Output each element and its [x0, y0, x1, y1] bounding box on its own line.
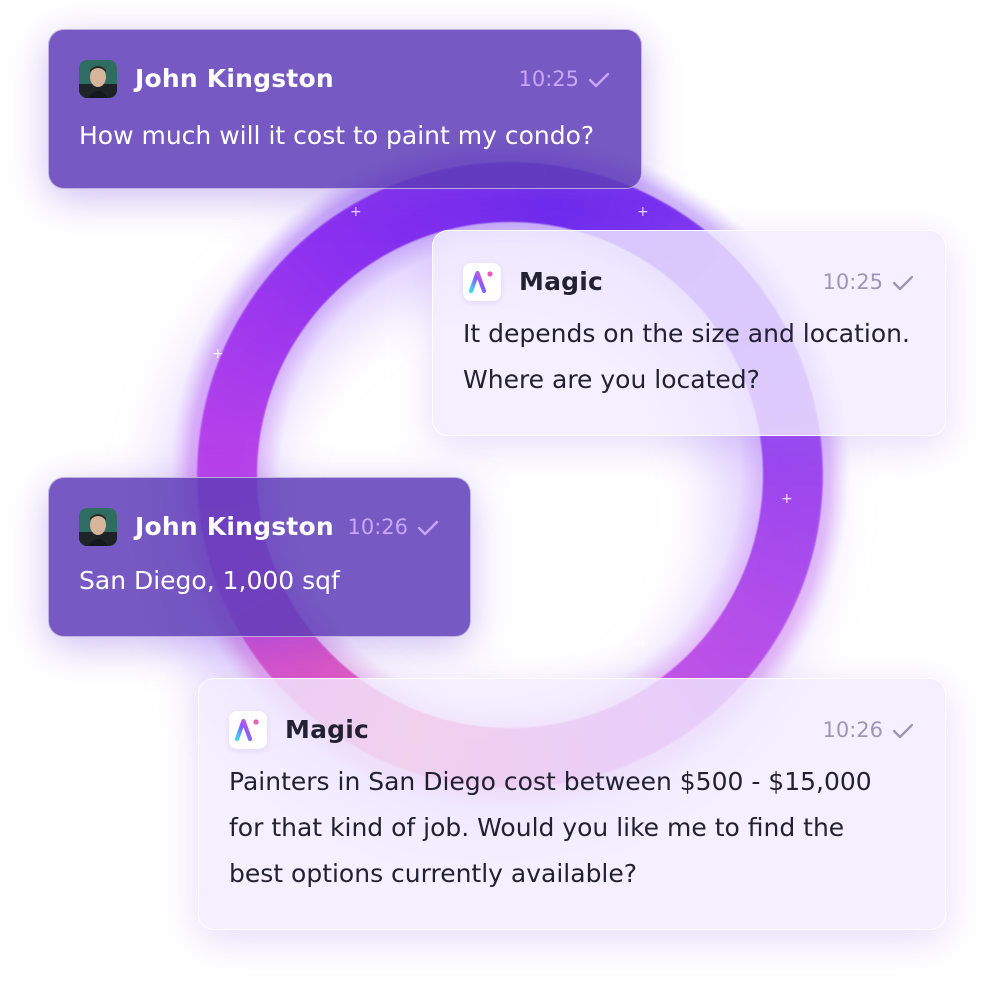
message-text: Painters in San Diego cost between $500 …	[229, 759, 921, 897]
message-text: San Diego, 1,000 sqf	[79, 566, 340, 595]
sparkle-icon: +	[637, 204, 649, 220]
avatar	[79, 508, 117, 546]
check-icon	[892, 275, 914, 291]
message-line: Painters in San Diego cost between $500 …	[229, 767, 872, 796]
sender-name: Magic	[285, 715, 370, 744]
message-line: best options currently available?	[229, 859, 638, 888]
check-icon	[588, 72, 610, 88]
sparkle-icon: +	[781, 491, 793, 507]
check-icon	[892, 723, 914, 739]
ai-logo-icon	[229, 711, 267, 749]
message-bubble-assistant[interactable]: Magic 10:25 It depends on the size and l…	[432, 230, 946, 436]
chat-illustration: + + + + + John Kingston 10:25 How much w…	[0, 0, 1000, 1000]
sender-name: John Kingston	[135, 512, 334, 541]
sender-name: John Kingston	[135, 64, 334, 93]
message-meta: 10:26	[822, 718, 915, 742]
message-meta: 10:26	[347, 515, 440, 539]
message-time: 10:26	[822, 718, 883, 742]
check-icon	[417, 520, 439, 536]
message-text: It depends on the size and location. Whe…	[463, 311, 921, 403]
message-meta: 10:25	[822, 270, 915, 294]
message-line: Where are you located?	[463, 365, 760, 394]
sparkle-icon: +	[212, 346, 224, 362]
message-text: How much will it cost to paint my condo?	[79, 121, 595, 150]
avatar	[79, 60, 117, 98]
message-line: It depends on the size and location.	[463, 319, 910, 348]
sparkle-icon: +	[350, 204, 362, 220]
message-bubble-user[interactable]: John Kingston 10:25 How much will it cos…	[48, 29, 642, 189]
message-time: 10:25	[518, 67, 579, 91]
message-bubble-user[interactable]: John Kingston 10:26 San Diego, 1,000 sqf	[48, 477, 471, 637]
ai-logo-icon	[463, 263, 501, 301]
sparkle-icon: +	[637, 636, 649, 652]
message-line: for that kind of job. Would you like me …	[229, 813, 845, 842]
message-meta: 10:25	[518, 67, 611, 91]
message-time: 10:26	[347, 515, 408, 539]
message-bubble-assistant[interactable]: Magic 10:26 Painters in San Diego cost b…	[198, 678, 946, 930]
message-time: 10:25	[822, 270, 883, 294]
sender-name: Magic	[519, 267, 604, 296]
